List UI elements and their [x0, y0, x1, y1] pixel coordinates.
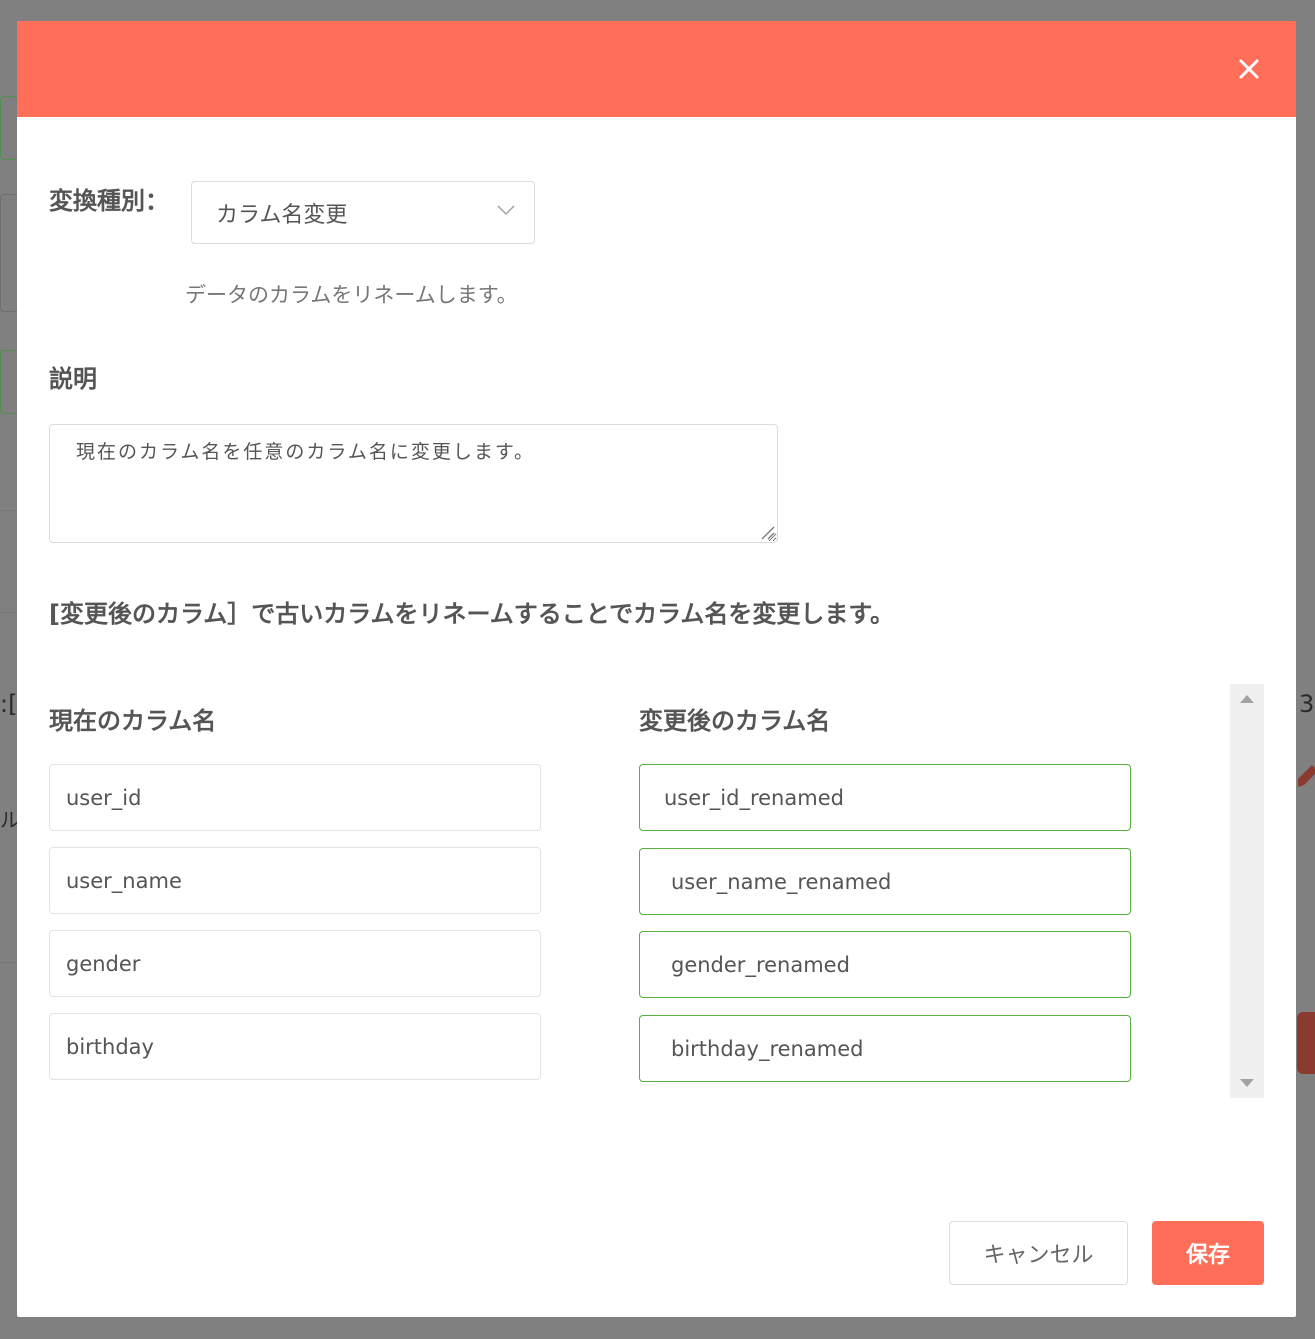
current-column-value: gender: [66, 951, 141, 976]
renamed-column-input[interactable]: birthday_renamed: [639, 1015, 1131, 1082]
conversion-type-description: データのカラムをリネームします。: [185, 283, 518, 307]
modal-header: [17, 21, 1296, 117]
background-text-fragment: 3: [1299, 690, 1315, 718]
renamed-column-value: user_name_renamed: [671, 869, 892, 894]
description-textarea[interactable]: 現在のカラム名を任意のカラム名に変更します。: [49, 424, 778, 543]
rename-instruction: [変更後のカラム］で古いカラムをリネームすることでカラム名を変更します。: [49, 600, 894, 628]
close-button[interactable]: [1232, 52, 1266, 86]
background-edit-icon: [1296, 757, 1315, 795]
background-divider-1: [0, 510, 17, 511]
current-column-field: birthday: [49, 1013, 541, 1080]
background-divider-2: [0, 612, 17, 613]
renamed-column-value: user_id_renamed: [664, 785, 844, 810]
current-column-header: 現在のカラム名: [49, 707, 217, 735]
renamed-column-value: gender_renamed: [671, 952, 850, 977]
current-column-value: user_id: [66, 785, 142, 810]
close-icon: [1239, 59, 1259, 79]
resize-handle-icon[interactable]: [759, 524, 775, 540]
conversion-type-label: 変換種別：: [49, 187, 169, 215]
columns-scrollbar[interactable]: [1230, 684, 1264, 1098]
current-column-field: gender: [49, 930, 541, 997]
chevron-down-icon: [497, 205, 515, 216]
description-label: 説明: [49, 365, 97, 393]
current-column-field: user_name: [49, 847, 541, 914]
renamed-column-input[interactable]: user_name_renamed: [639, 848, 1131, 915]
rename-columns-modal: 変換種別： カラム名変更 データのカラムをリネームします。 説明 現在のカラム名…: [17, 21, 1296, 1317]
renamed-column-value: birthday_renamed: [671, 1036, 864, 1061]
description-text: 現在のカラム名を任意のカラム名に変更します。: [76, 441, 535, 463]
scroll-down-arrow-icon[interactable]: [1239, 1078, 1255, 1088]
renamed-column-input[interactable]: user_id_renamed: [639, 764, 1131, 831]
scroll-up-arrow-icon[interactable]: [1239, 694, 1255, 704]
renamed-column-header: 変更後のカラム名: [639, 707, 831, 735]
conversion-type-value: カラム名変更: [216, 202, 348, 228]
current-column-field: user_id: [49, 764, 541, 831]
conversion-type-row: 変換種別：: [49, 181, 169, 216]
background-button: [1297, 1012, 1315, 1074]
save-button[interactable]: 保存: [1152, 1221, 1264, 1285]
background-text-fragment: :[: [0, 690, 18, 718]
renamed-column-input[interactable]: gender_renamed: [639, 931, 1131, 998]
cancel-button[interactable]: キャンセル: [949, 1221, 1128, 1285]
conversion-type-select[interactable]: カラム名変更: [191, 181, 535, 244]
background-divider-3: [0, 962, 17, 963]
current-column-value: user_name: [66, 868, 182, 893]
current-column-value: birthday: [66, 1034, 154, 1059]
